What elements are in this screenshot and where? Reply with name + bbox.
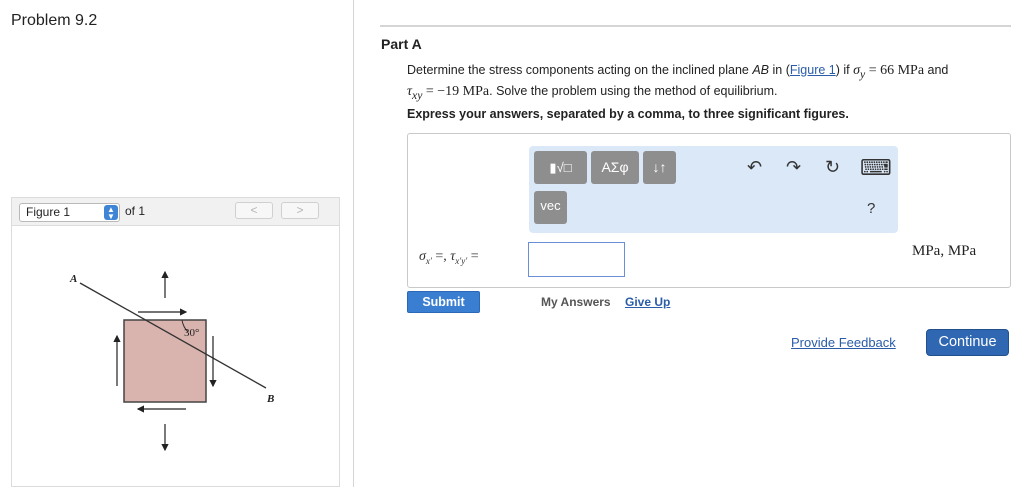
- submit-button[interactable]: Submit: [407, 291, 480, 313]
- units-label: MPa, MPa: [912, 243, 977, 259]
- vec-button[interactable]: vec: [534, 191, 567, 224]
- stress-element-figure: 30° A B: [69, 270, 274, 452]
- figure-select-value: Figure 1: [26, 205, 71, 219]
- top-divider: [380, 25, 1011, 27]
- question-if: ) if: [835, 63, 854, 77]
- provide-feedback-link[interactable]: Provide Feedback: [791, 335, 896, 350]
- figure-count: of 1: [125, 204, 146, 218]
- angle-label: 30°: [184, 327, 199, 339]
- continue-button[interactable]: Continue: [926, 329, 1009, 356]
- prev-figure-button[interactable]: <: [235, 202, 273, 219]
- point-b-label: B: [266, 393, 274, 405]
- figure-nav-bar: Figure 1 ▲ ▼ of 1 < >: [11, 197, 340, 225]
- next-figure-button[interactable]: >: [281, 202, 319, 219]
- give-up-link[interactable]: Give Up: [625, 295, 670, 309]
- answer-input[interactable]: [528, 242, 625, 277]
- answer-label: σx′ =, τx′y′ =: [419, 249, 479, 266]
- keyboard-icon[interactable]: ⌨: [860, 155, 892, 181]
- sigma-y-expr: σy = 66 MPa: [853, 63, 925, 81]
- question-text: Determine the stress components acting o…: [407, 62, 1007, 104]
- plane-name: AB: [752, 63, 770, 77]
- help-button[interactable]: ?: [867, 200, 875, 217]
- tau-xy-expr: τxy = −19 MPa: [407, 83, 490, 102]
- answer-box: ▮√□ ΑΣφ ↓↑ vec ↶ ↷ ↻ ⌨ ? σx′ =, τx′y′ = …: [407, 133, 1011, 288]
- part-title: Part A: [381, 36, 422, 52]
- figure-select[interactable]: Figure 1 ▲ ▼: [19, 203, 120, 222]
- arrows-button[interactable]: ↓↑: [643, 151, 676, 184]
- chevron-updown-icon: ▲ ▼: [104, 205, 118, 221]
- reset-icon[interactable]: ↻: [825, 157, 840, 178]
- question-and: and: [924, 63, 949, 77]
- templates-button[interactable]: ▮√□: [534, 151, 587, 184]
- undo-icon[interactable]: ↶: [747, 157, 762, 178]
- question-mid: in (: [769, 63, 790, 77]
- figure-panel: 30° A B: [11, 225, 340, 487]
- point-a-label: A: [69, 273, 77, 285]
- problem-title: Problem 9.2: [11, 12, 98, 29]
- instructions: Express your answers, separated by a com…: [407, 107, 849, 121]
- question-pre: Determine the stress components acting o…: [407, 63, 753, 77]
- question-end: . Solve the problem using the method of …: [489, 83, 778, 98]
- redo-icon[interactable]: ↷: [786, 157, 801, 178]
- left-panel: Problem 9.2 Figure 1 ▲ ▼ of 1 < > 30° A B: [0, 0, 354, 487]
- my-answers-link[interactable]: My Answers: [541, 295, 611, 309]
- greek-symbols-button[interactable]: ΑΣφ: [591, 151, 639, 184]
- math-toolbar: ▮√□ ΑΣφ ↓↑ vec ↶ ↷ ↻ ⌨ ?: [529, 146, 898, 233]
- figure-link[interactable]: Figure 1: [790, 63, 836, 77]
